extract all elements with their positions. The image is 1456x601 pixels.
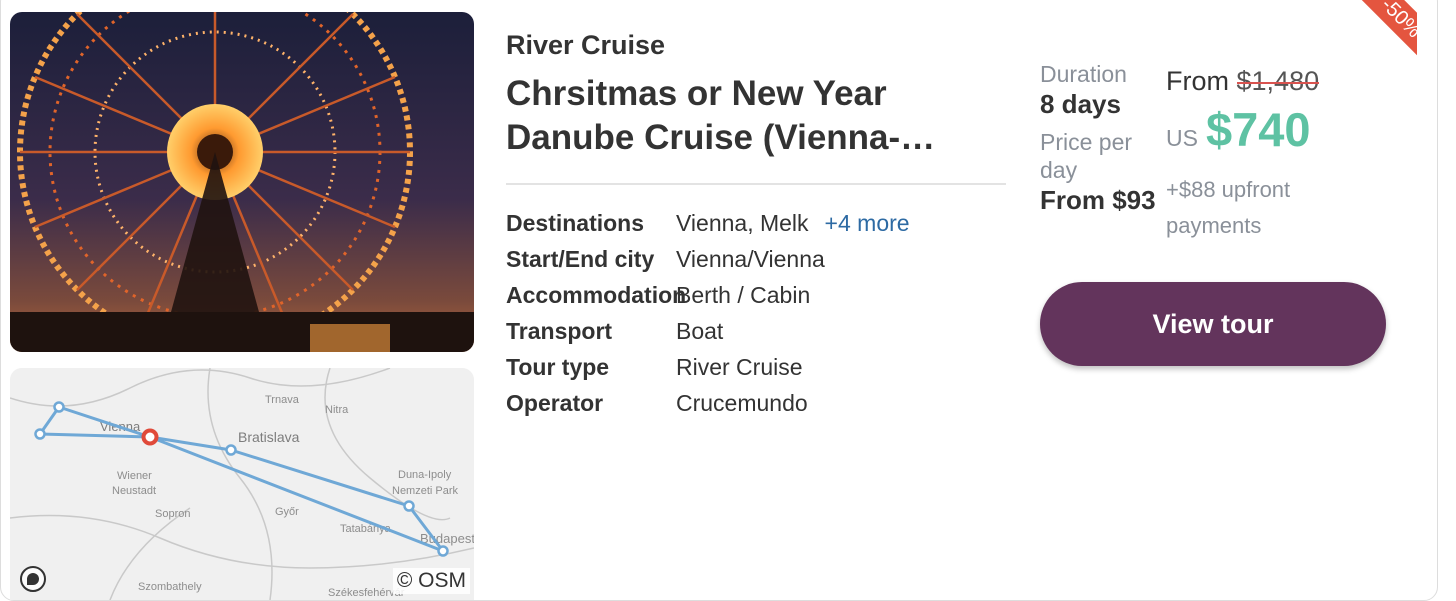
tour-photo[interactable] — [10, 12, 474, 352]
detail-label: Start/End city — [506, 246, 655, 272]
divider — [506, 183, 1006, 185]
duration-label: Duration — [1040, 61, 1127, 87]
duration-value: 8 days — [1040, 89, 1121, 119]
currency-label: US — [1166, 125, 1198, 151]
route-map[interactable]: Trnava Nitra Vienna Bratislava Wiener Ne… — [10, 368, 474, 600]
svg-text:Duna-Ipoly: Duna-Ipoly — [398, 469, 452, 481]
svg-text:Nitra: Nitra — [325, 404, 349, 416]
original-price: $1,480 — [1236, 66, 1320, 96]
detail-value: Berth / Cabin — [676, 282, 811, 308]
current-price: $740 — [1205, 103, 1311, 156]
discount-ribbon: -50% — [1327, 0, 1417, 79]
upfront-payment-note: +$88 upfront payments — [1166, 177, 1291, 238]
svg-text:Sopron: Sopron — [155, 508, 190, 520]
view-tour-button[interactable]: View tour — [1040, 282, 1386, 366]
svg-text:Bratislava: Bratislava — [238, 429, 300, 445]
from-price-line: From $1,480 — [1166, 66, 1319, 97]
tour-category: River Cruise — [506, 30, 666, 60]
detail-value: Vienna/Vienna — [676, 246, 825, 272]
detail-value: Crucemundo — [676, 390, 808, 416]
destinations-value: Vienna, Melk — [676, 210, 809, 236]
svg-text:Neustadt: Neustadt — [112, 485, 156, 497]
detail-label: Transport — [506, 318, 613, 344]
detail-label: Operator — [506, 390, 604, 416]
route-map-graphic: Trnava Nitra Vienna Bratislava Wiener Ne… — [10, 368, 474, 600]
from-label: From — [1166, 66, 1229, 96]
map-attribution[interactable]: © OSM — [392, 568, 470, 594]
ferris-wheel-photo — [10, 12, 474, 352]
svg-text:Győr: Győr — [275, 506, 299, 518]
svg-text:Trnava: Trnava — [265, 394, 300, 406]
price-per-day-label: Price per day — [1040, 129, 1133, 183]
svg-text:Szombathely: Szombathely — [138, 581, 202, 593]
detail-label: Destinations — [506, 210, 645, 236]
svg-text:Nemzeti Park: Nemzeti Park — [392, 485, 459, 497]
detail-label: Accommodation — [506, 282, 687, 308]
current-price-line: US $740 — [1166, 102, 1311, 157]
detail-value: River Cruise — [676, 354, 803, 380]
discount-badge: -50% — [1340, 0, 1417, 79]
price-per-day-value: From $93 — [1040, 185, 1156, 215]
detail-value: Vienna, Melk +4 more — [676, 205, 910, 241]
detail-label: Tour type — [506, 354, 610, 380]
tour-title[interactable]: Chrsitmas or New Year Danube Cruise (Vie… — [506, 72, 976, 160]
map-logo-icon[interactable] — [20, 566, 46, 592]
svg-text:Wiener: Wiener — [117, 470, 152, 482]
more-destinations-link[interactable]: +4 more — [825, 210, 910, 236]
detail-value: Boat — [676, 318, 724, 344]
